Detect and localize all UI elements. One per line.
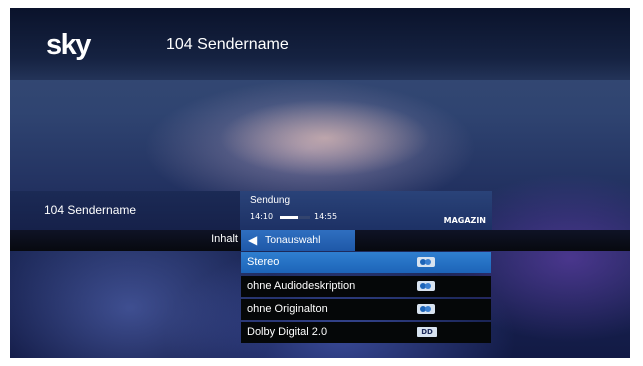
top-bar: sky 104 Sendername [10, 8, 630, 80]
audio-option-ohne-audiodeskription[interactable]: ohne Audiodeskription [241, 276, 491, 297]
stereo-icon [417, 281, 435, 291]
tv-screen: sky 104 Sendername 104 Sendername Sendun… [10, 8, 630, 358]
program-progress-fill [280, 216, 298, 219]
program-progress-bar [280, 216, 310, 219]
program-title: Sendung [250, 195, 291, 206]
stereo-icon [417, 257, 435, 267]
audio-option-label: ohne Originalton [247, 303, 328, 315]
audio-option-label: Dolby Digital 2.0 [247, 326, 328, 338]
dolby-digital-icon: DD [417, 327, 437, 337]
program-end-time: 14:55 [314, 212, 338, 221]
info-bar-channel-panel: 104 Sendername [10, 191, 240, 230]
menu-section-label: Tonauswahl [265, 234, 321, 246]
info-channel-name: 104 Sendername [44, 203, 137, 217]
channel-title: 104 Sendername [166, 36, 289, 53]
audio-option-ohne-originalton[interactable]: ohne Originalton [241, 299, 491, 320]
stereo-icon [417, 304, 435, 314]
audio-option-label: Stereo [247, 256, 280, 268]
menu-bar: Inhalt ◀ Tonauswahl [10, 230, 630, 251]
program-start-time: 14:10 [250, 212, 274, 221]
program-genre: MAGAZIN [443, 216, 486, 225]
menu-section-tonauswahl[interactable]: ◀ Tonauswahl [241, 230, 355, 251]
audio-option-label: ohne Audiodeskription [247, 280, 356, 292]
sky-logo: sky [46, 29, 91, 61]
info-bar-program-panel: Sendung 14:10 14:55 MAGAZIN [240, 191, 492, 230]
menu-category-inhalt[interactable]: Inhalt [211, 233, 238, 245]
audio-option-stereo[interactable]: Stereo [241, 252, 491, 273]
audio-option-dolby-digital[interactable]: Dolby Digital 2.0 DD [241, 322, 491, 343]
left-triangle-icon: ◀ [248, 233, 258, 247]
